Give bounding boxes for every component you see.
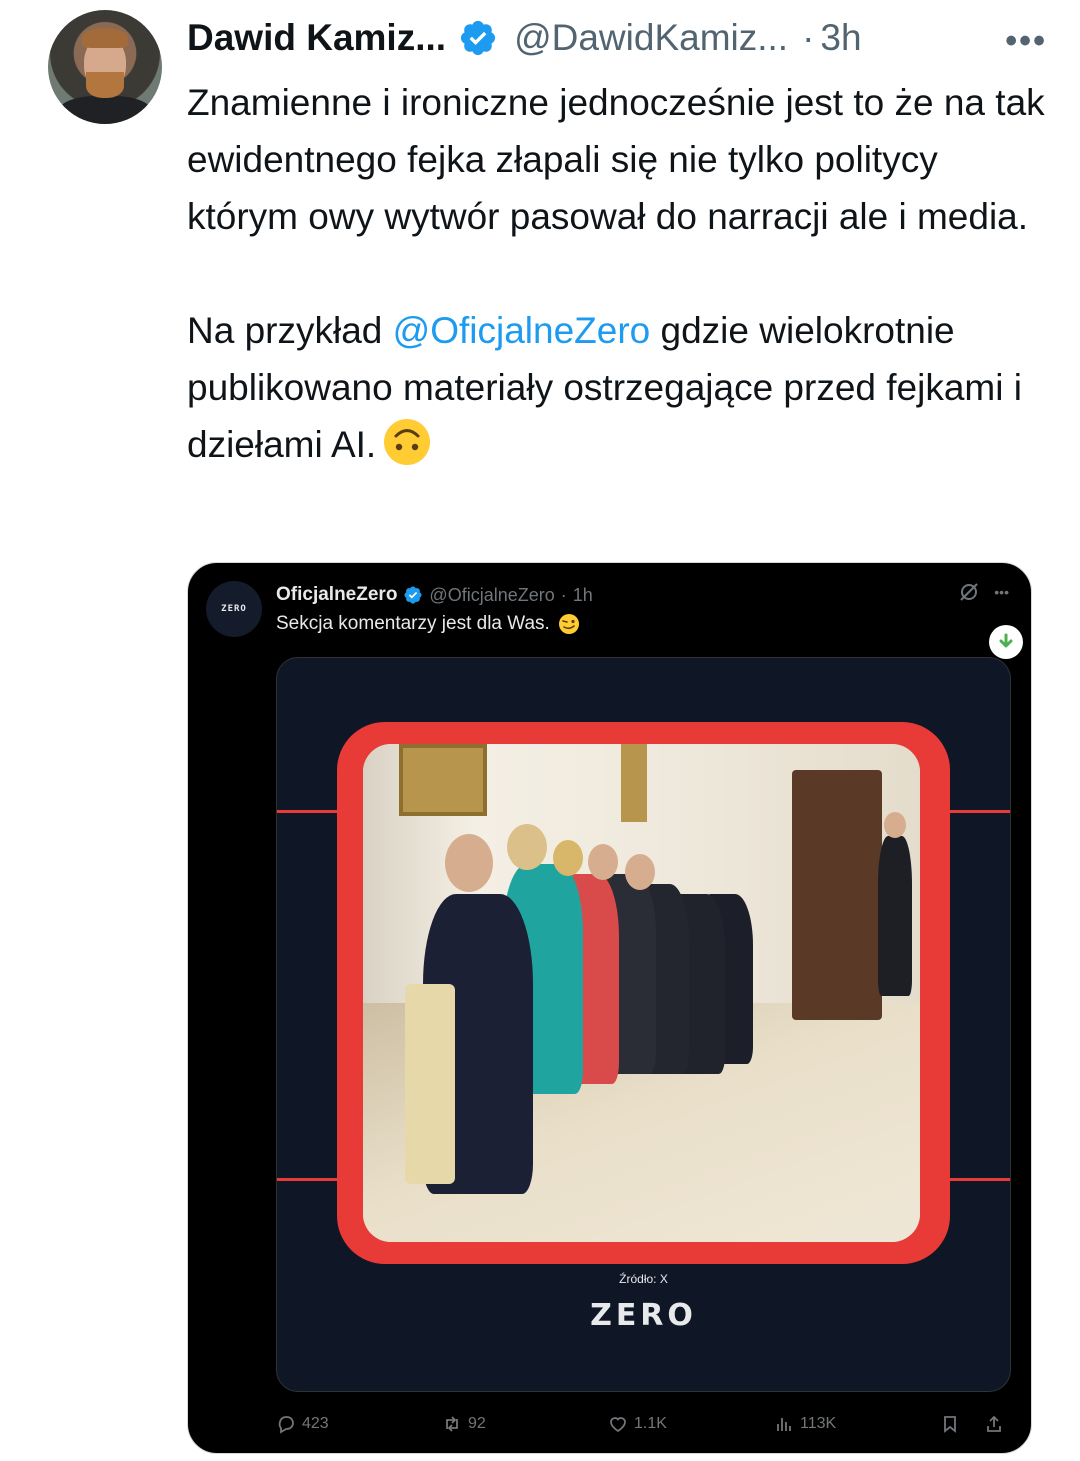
grok-icon[interactable] xyxy=(958,581,980,603)
like-button[interactable]: 1.1K xyxy=(608,1414,667,1434)
quoted-avatar-text: ZERO xyxy=(221,604,247,614)
download-badge-icon[interactable] xyxy=(989,625,1023,659)
repost-count: 92 xyxy=(468,1415,486,1432)
quoted-post-card[interactable]: ZERO OficjalneZero @OficjalneZero · 1h •… xyxy=(187,562,1032,1454)
verified-badge-icon xyxy=(460,20,496,56)
quoted-author-name[interactable]: OficjalneZero xyxy=(276,584,397,606)
post-time[interactable]: 3h xyxy=(820,17,861,59)
quoted-text: Sekcja komentarzy jest dla Was. xyxy=(276,613,550,634)
zero-logo: ZERO xyxy=(590,1298,697,1333)
views-count: 113K xyxy=(800,1415,837,1432)
quoted-more-options-icon[interactable]: ••• xyxy=(994,584,1009,600)
reply-button[interactable]: 423 xyxy=(276,1414,329,1434)
views-button[interactable]: 113K xyxy=(774,1414,836,1434)
paragraph-2-start: Na przykład xyxy=(187,310,393,351)
reply-icon xyxy=(278,1416,294,1434)
repost-icon xyxy=(446,1416,458,1432)
quoted-header: OficjalneZero @OficjalneZero · 1h xyxy=(276,581,593,609)
author-avatar[interactable] xyxy=(48,10,162,124)
post-header: Dawid Kamiz... @DawidKamiz... · 3h ••• xyxy=(187,14,1047,62)
post-paragraph-1: Znamienne i ironiczne jednocześnie jest … xyxy=(187,82,1045,237)
like-count: 1.1K xyxy=(634,1415,667,1432)
post-paragraph-2: Na przykład @OficjalneZero gdzie wielokr… xyxy=(187,302,1047,473)
more-options-icon[interactable]: ••• xyxy=(1005,22,1047,61)
reply-count: 423 xyxy=(302,1415,329,1432)
heart-icon xyxy=(610,1417,626,1433)
quoted-action-bar: 423 92 1.1K 113K xyxy=(276,1409,1009,1439)
quoted-time[interactable]: 1h xyxy=(573,585,593,606)
share-icon xyxy=(987,1415,1001,1432)
repost-button[interactable]: 92 xyxy=(442,1414,486,1434)
quoted-verified-badge-icon xyxy=(404,586,422,604)
mention-link[interactable]: @OficjalneZero xyxy=(393,310,651,351)
bookmark-icon xyxy=(944,1416,956,1433)
post-text: Znamienne i ironiczne jednocześnie jest … xyxy=(187,74,1047,473)
author-handle[interactable]: @DawidKamiz... xyxy=(514,17,788,59)
news-photo xyxy=(363,744,920,1242)
separator-dot: · xyxy=(802,17,815,58)
views-chart-icon xyxy=(777,1418,791,1431)
winking-face-emoji-icon xyxy=(558,614,579,634)
quoted-author-handle[interactable]: @OficjalneZero xyxy=(429,585,554,606)
upside-down-face-emoji-icon xyxy=(384,419,431,465)
share-button[interactable] xyxy=(984,1414,1004,1434)
author-name[interactable]: Dawid Kamiz... xyxy=(187,17,446,59)
quoted-separator-dot: · xyxy=(560,584,567,605)
bookmark-button[interactable] xyxy=(940,1414,960,1434)
quoted-text-row: Sekcja komentarzy jest dla Was. xyxy=(276,613,580,635)
quoted-avatar[interactable]: ZERO xyxy=(206,581,262,637)
quoted-media[interactable]: Źródło: X ZERO xyxy=(276,657,1011,1392)
quoted-header-icons: ••• xyxy=(958,581,1009,603)
source-caption: Źródło: X xyxy=(619,1272,668,1286)
